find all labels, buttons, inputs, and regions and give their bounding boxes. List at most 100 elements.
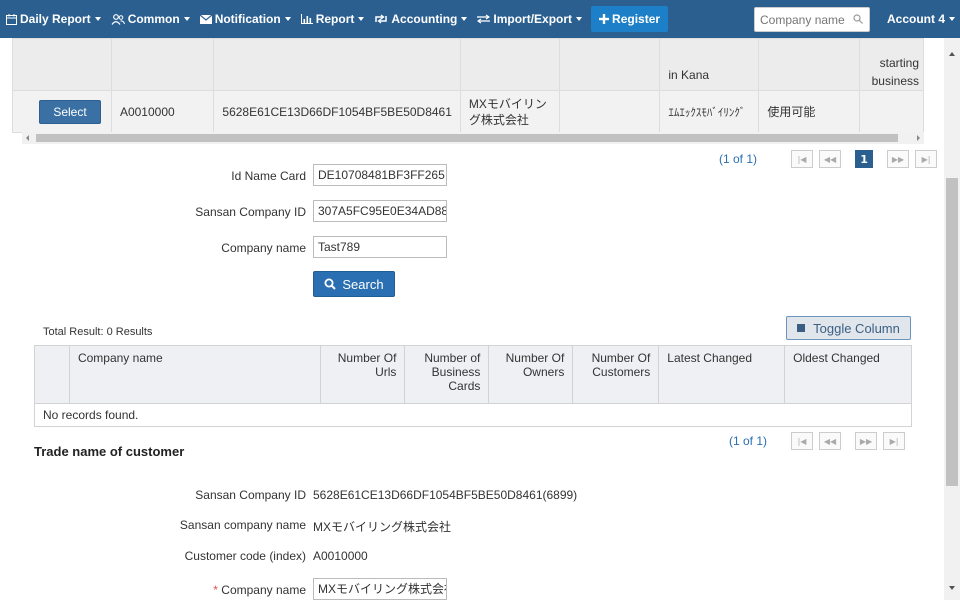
detail-sansan-company-name-value: MXモバイリング株式会社	[313, 520, 452, 534]
cell-code: A0010000	[110, 90, 215, 133]
last-page-button[interactable]: ▶|	[883, 432, 906, 450]
column-header-latest-changed[interactable]: Latest Changed	[658, 345, 786, 404]
results-header-row: Company name Number Of Urls Number of Bu…	[34, 345, 912, 404]
page-info: (1 of 1)	[719, 152, 758, 166]
total-results: Total Result: 0 Results	[43, 326, 153, 338]
table-row: No records found.	[34, 403, 912, 427]
envelope-icon	[199, 14, 212, 24]
detail-sansan-company-name-label: Sansan company name	[179, 518, 306, 532]
sansan-company-id-input[interactable]: 307A5FC95E0E34AD88	[313, 200, 447, 222]
prev-page-button[interactable]: ◀◀	[819, 150, 842, 168]
caret-down-icon	[576, 17, 583, 21]
nav-daily-report[interactable]: Daily Report	[0, 0, 106, 38]
cell-name-line2: グ株式会社	[468, 112, 529, 127]
required-marker: *	[213, 583, 218, 597]
horizontal-scrollbar[interactable]	[22, 132, 924, 144]
paginator-top: (1 of 1) |◀ ◀◀ 1 ▶▶ ▶|	[719, 150, 943, 168]
id-name-card-input[interactable]: DE10708481BF3FF265	[313, 164, 447, 186]
nav-notification[interactable]: Notification	[195, 0, 296, 38]
nav-common[interactable]: Common	[106, 0, 195, 38]
detail-sansan-company-id-label: Sansan Company ID	[195, 488, 306, 502]
column-header-company-name[interactable]: Company name	[68, 345, 322, 404]
toggle-column-label: Toggle Column	[813, 320, 900, 336]
plus-icon	[599, 14, 610, 24]
register-button[interactable]: Register	[591, 6, 669, 32]
caret-down-icon	[284, 17, 291, 21]
next-page-button[interactable]: ▶▶	[855, 432, 878, 450]
caret-down-icon	[461, 17, 468, 21]
table-header-row: in Kana starting business	[12, 38, 924, 91]
scroll-down-icon[interactable]	[949, 586, 955, 590]
cell-last	[859, 90, 924, 133]
no-records-message: No records found.	[34, 403, 912, 427]
sansan-company-id-label: Sansan Company ID	[195, 205, 306, 219]
company-list-table: in Kana starting business Select A0010000…	[12, 38, 924, 133]
company-name-input[interactable]: Tast789	[313, 236, 447, 258]
nav-accounting-label: Accounting	[391, 12, 458, 26]
toggle-column-button[interactable]: Toggle Column	[786, 316, 911, 340]
first-page-button[interactable]: |◀	[791, 432, 814, 450]
caret-down-icon	[183, 17, 190, 21]
nav-report-label: Report	[315, 12, 355, 26]
retweet-icon	[375, 14, 388, 24]
page-info: (1 of 1)	[729, 434, 768, 448]
cell-empty	[558, 90, 661, 133]
company-search-input[interactable]	[755, 8, 847, 31]
scroll-up-icon[interactable]	[949, 52, 955, 56]
nav-accounting[interactable]: Accounting	[369, 0, 472, 38]
next-page-button[interactable]: ▶▶	[887, 150, 910, 168]
column-header-starting: starting	[879, 56, 919, 70]
detail-company-name-label: * Company name	[106, 583, 306, 597]
column-header-business-cards[interactable]: Number of Business Cards	[404, 345, 490, 404]
last-page-button[interactable]: ▶|	[915, 150, 938, 168]
detail-company-name-input[interactable]: MXモバイリング株式会社	[313, 578, 447, 600]
page-1-button[interactable]: 1	[855, 150, 874, 168]
caret-down-icon	[358, 17, 365, 21]
detail-customer-code-label: Customer code (index)	[184, 549, 306, 563]
main-content: in Kana starting business Select A0010000…	[0, 38, 944, 600]
column-header-select	[34, 345, 70, 404]
search-button[interactable]: Search	[313, 271, 395, 297]
select-button[interactable]: Select	[39, 99, 101, 124]
users-icon	[111, 13, 125, 25]
exchange-icon	[477, 14, 491, 24]
first-page-button[interactable]: |◀	[791, 150, 814, 168]
search-button-label: Search	[342, 276, 384, 292]
calendar-icon	[6, 13, 17, 25]
cell-id: 5628E61CE13D66DF1054BF5BE50D8461	[213, 90, 461, 133]
search-icon[interactable]	[853, 14, 863, 24]
cell-kana: ｴﾑｴｯｸｽﾓﾊﾞｲﾘﾝｸﾞ	[659, 90, 760, 133]
nav-import-export-label: Import/Export	[493, 12, 573, 26]
column-header-business: business	[871, 74, 919, 88]
detail-company-name-text: Company name	[221, 583, 306, 597]
top-navbar: Daily Report Common Notification Report …	[0, 0, 960, 38]
column-header-kana: in Kana	[668, 68, 710, 82]
bar-chart-icon	[300, 14, 313, 24]
nav-import-export[interactable]: Import/Export	[472, 0, 587, 38]
vertical-scrollbar[interactable]	[944, 38, 960, 600]
results-table: Company name Number Of Urls Number of Bu…	[34, 345, 912, 427]
detail-sansan-company-id-value: 5628E61CE13D66DF1054BF5BE50D8461(6899)	[313, 488, 578, 502]
trade-name-title: Trade name of customer	[34, 444, 185, 459]
column-header-oldest-changed[interactable]: Oldest Changed	[784, 345, 912, 404]
list-icon	[797, 324, 806, 332]
prev-page-button[interactable]: ◀◀	[819, 432, 842, 450]
scroll-left-icon[interactable]	[26, 135, 29, 141]
nav-common-label: Common	[127, 12, 180, 26]
nav-report[interactable]: Report	[296, 0, 370, 38]
scroll-right-icon[interactable]	[917, 135, 920, 141]
nav-daily-report-label: Daily Report	[20, 12, 91, 26]
account-label: Account 4	[887, 12, 946, 26]
caret-down-icon	[949, 17, 956, 21]
company-search-box	[754, 7, 870, 32]
account-menu[interactable]: Account 4	[882, 0, 960, 38]
vertical-scroll-thumb[interactable]	[946, 178, 958, 486]
id-name-card-label: Id Name Card	[231, 169, 306, 183]
register-label: Register	[612, 12, 661, 26]
nav-notification-label: Notification	[214, 12, 281, 26]
column-header-owners[interactable]: Number Of Owners	[488, 345, 574, 404]
column-header-customers[interactable]: Number Of Customers	[572, 345, 660, 404]
column-header-urls[interactable]: Number Of Urls	[320, 345, 406, 404]
paginator-bottom: (1 of 1) |◀ ◀◀ ▶▶ ▶|	[729, 432, 911, 450]
horizontal-scroll-thumb[interactable]	[36, 134, 898, 142]
